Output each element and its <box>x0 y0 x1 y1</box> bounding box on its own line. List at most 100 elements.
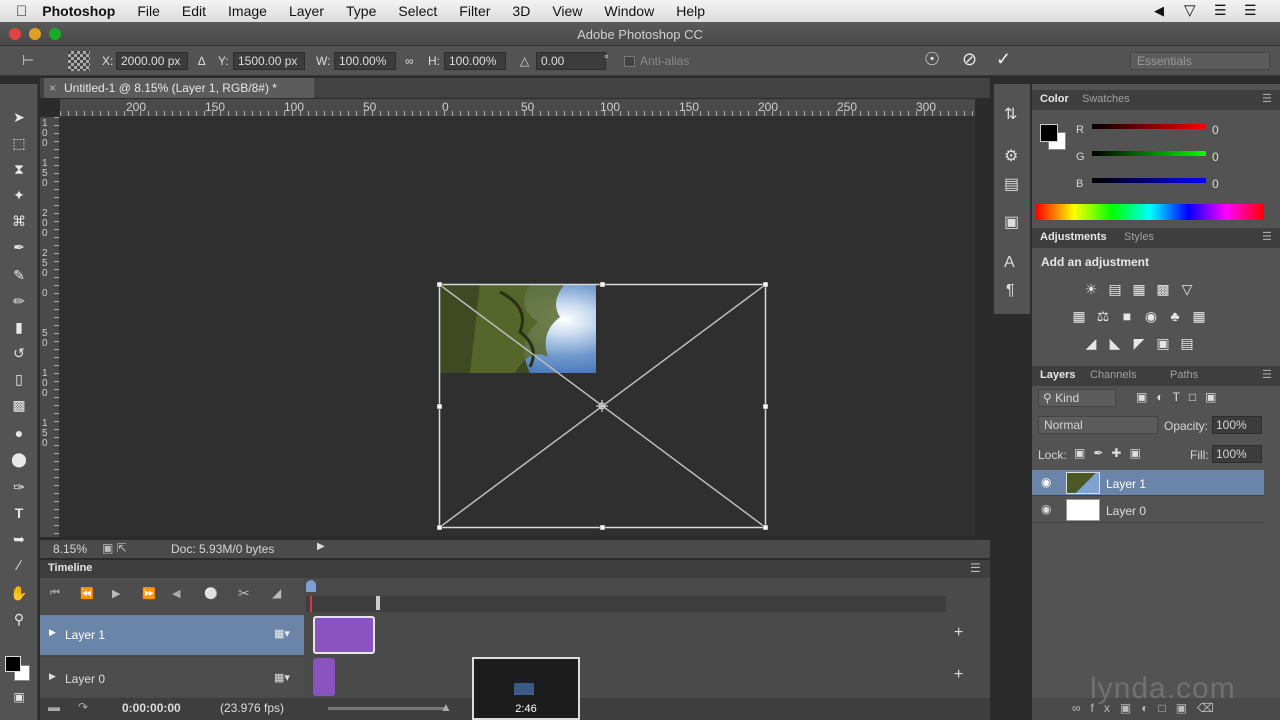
exposure-icon[interactable]: ▩ <box>1154 281 1172 297</box>
panel-menu-icon[interactable]: ☰ <box>1262 368 1272 381</box>
threshold-icon[interactable]: ◤ <box>1130 335 1148 351</box>
panel-menu-icon[interactable]: ☰ <box>1262 92 1272 105</box>
marquee-tool-icon[interactable]: ⬚ <box>6 132 32 154</box>
work-area-end-marker[interactable] <box>376 596 380 610</box>
volume-icon[interactable]: ◀ <box>1154 3 1164 19</box>
pen-tool-icon[interactable]: ✑ <box>6 476 32 498</box>
selective-color-icon[interactable]: ▣ <box>1154 335 1172 351</box>
green-slider[interactable] <box>1092 151 1206 156</box>
width-field[interactable]: 100.00% <box>334 52 396 70</box>
wifi-icon[interactable]: ▽ <box>1184 1 1196 19</box>
history-brush-tool-icon[interactable]: ↺ <box>6 342 32 364</box>
status-icons[interactable]: ▣ ⇱ <box>102 541 127 555</box>
menu-select[interactable]: Select <box>387 3 448 19</box>
time-ruler[interactable] <box>306 596 946 612</box>
visibility-eye-icon[interactable]: ◉ <box>1041 502 1051 516</box>
layer-filter-icons[interactable]: ▣◐T□▣ <box>1136 390 1226 404</box>
tab-layers[interactable]: Layers <box>1040 369 1075 381</box>
zoom-tool-icon[interactable]: ⚲ <box>6 608 32 630</box>
menu-edit[interactable]: Edit <box>171 3 217 19</box>
workspace-dropdown[interactable]: Essentials <box>1130 52 1270 70</box>
x-position-field[interactable]: 2000.00 px <box>116 52 188 70</box>
canvas-area[interactable] <box>60 117 975 537</box>
expand-track-icon[interactable]: ▶ <box>49 627 56 638</box>
hand-tool-icon[interactable]: ✋ <box>6 582 32 604</box>
lock-icons[interactable]: ▣✒✚▣ <box>1074 446 1149 460</box>
curves-icon[interactable]: ▦ <box>1130 281 1148 297</box>
current-timecode[interactable]: 0:00:00:00 <box>122 701 181 715</box>
play-icon[interactable]: ▶ <box>112 587 120 600</box>
convert-frame-icon[interactable]: ↷ <box>78 700 88 714</box>
brush-panel-icon[interactable]: ▤ <box>1004 174 1019 194</box>
dodge-tool-icon[interactable]: ⬤ <box>6 448 32 470</box>
magic-wand-tool-icon[interactable]: ✦ <box>6 184 32 206</box>
menu-view[interactable]: View <box>541 3 593 19</box>
brush-tool-icon[interactable]: ✏ <box>6 290 32 312</box>
move-tool-icon[interactable]: ➤ <box>6 106 32 128</box>
height-field[interactable]: 100.00% <box>444 52 506 70</box>
crop-tool-icon[interactable]: ⌘ <box>6 210 32 232</box>
zoom-level[interactable]: 8.15% <box>53 542 87 556</box>
tab-paths[interactable]: Paths <box>1170 369 1198 381</box>
timeline-title[interactable]: Timeline <box>48 562 92 574</box>
zoom-mountains-icon[interactable]: ▲ <box>440 700 452 714</box>
video-clip-layer-0[interactable] <box>313 658 335 696</box>
clone-source-icon[interactable]: ▣ <box>1004 212 1019 232</box>
menu-filter[interactable]: Filter <box>448 3 501 19</box>
transform-bounding-box[interactable] <box>60 117 975 537</box>
visibility-eye-icon[interactable]: ◉ <box>1041 475 1051 489</box>
tab-styles[interactable]: Styles <box>1124 231 1154 243</box>
lasso-tool-icon[interactable]: ⧗ <box>6 158 32 180</box>
expand-track-icon[interactable]: ▶ <box>49 671 56 682</box>
menu-file[interactable]: File <box>126 3 171 19</box>
red-slider[interactable] <box>1092 124 1206 129</box>
previous-frame-icon[interactable]: ⏪ <box>80 587 94 600</box>
menu-type[interactable]: Type <box>335 3 387 19</box>
channel-mixer-icon[interactable]: ♣ <box>1166 308 1184 324</box>
reference-point-icon[interactable] <box>68 51 90 71</box>
layer-row[interactable]: ◉ Layer 0 <box>1032 497 1264 523</box>
stamp-tool-icon[interactable]: ▮ <box>6 316 32 338</box>
eraser-tool-icon[interactable]: ▯ <box>6 368 32 390</box>
character-panel-icon[interactable]: A <box>1004 254 1015 272</box>
levels-icon[interactable]: ▤ <box>1106 281 1124 297</box>
gradient-map-icon[interactable]: ▤ <box>1178 335 1196 351</box>
menu-layer[interactable]: Layer <box>278 3 335 19</box>
blue-value[interactable]: 0 <box>1212 177 1252 193</box>
audio-icon[interactable]: ◀ <box>172 587 180 600</box>
y-position-field[interactable]: 1500.00 px <box>233 52 305 70</box>
link-icon[interactable]: ∞ <box>405 54 414 68</box>
playhead-marker[interactable] <box>306 580 316 592</box>
menu-app-photoshop[interactable]: Photoshop <box>38 3 126 19</box>
green-value[interactable]: 0 <box>1212 150 1252 166</box>
blue-slider[interactable] <box>1092 178 1206 183</box>
rotation-field[interactable]: 0.00 <box>536 52 606 70</box>
warp-mode-icon[interactable]: ☉ <box>924 49 940 70</box>
layer-name[interactable]: Layer 0 <box>1106 504 1146 518</box>
tab-channels[interactable]: Channels <box>1090 369 1136 381</box>
menu-3d[interactable]: 3D <box>501 3 541 19</box>
panel-menu-icon[interactable]: ☰ <box>1262 230 1272 243</box>
line-tool-icon[interactable]: ∕ <box>6 554 32 576</box>
blur-tool-icon[interactable]: ● <box>6 422 32 444</box>
apple-icon[interactable]:  <box>0 3 38 20</box>
zoom-slider[interactable] <box>328 707 448 710</box>
transition-icon[interactable]: ◢ <box>272 586 281 600</box>
posterize-icon[interactable]: ◣ <box>1106 335 1124 351</box>
timeline-track-row[interactable]: ▶ Layer 0 ▦▾ <box>40 657 304 697</box>
settings-icon[interactable]: ⚪ <box>204 587 218 600</box>
path-selection-tool-icon[interactable]: ➥ <box>6 528 32 550</box>
add-media-icon[interactable]: + <box>954 624 963 642</box>
menu-window[interactable]: Window <box>593 3 665 19</box>
brightness-contrast-icon[interactable]: ☀ <box>1082 281 1100 297</box>
panel-menu-icon[interactable]: ☰ <box>970 561 981 575</box>
antialias-checkbox[interactable] <box>624 56 635 67</box>
tab-swatches[interactable]: Swatches <box>1082 93 1130 105</box>
track-menu-icon[interactable]: ▦▾ <box>274 627 290 640</box>
quick-mask-icon[interactable]: ▣ <box>6 686 32 708</box>
list-icon[interactable]: ☰ <box>1244 2 1257 19</box>
tab-adjustments[interactable]: Adjustments <box>1040 231 1107 243</box>
render-video-icon[interactable]: ▬ <box>48 700 60 714</box>
photo-filter-icon[interactable]: ◉ <box>1142 308 1160 324</box>
paragraph-panel-icon[interactable]: ¶ <box>1006 282 1015 300</box>
